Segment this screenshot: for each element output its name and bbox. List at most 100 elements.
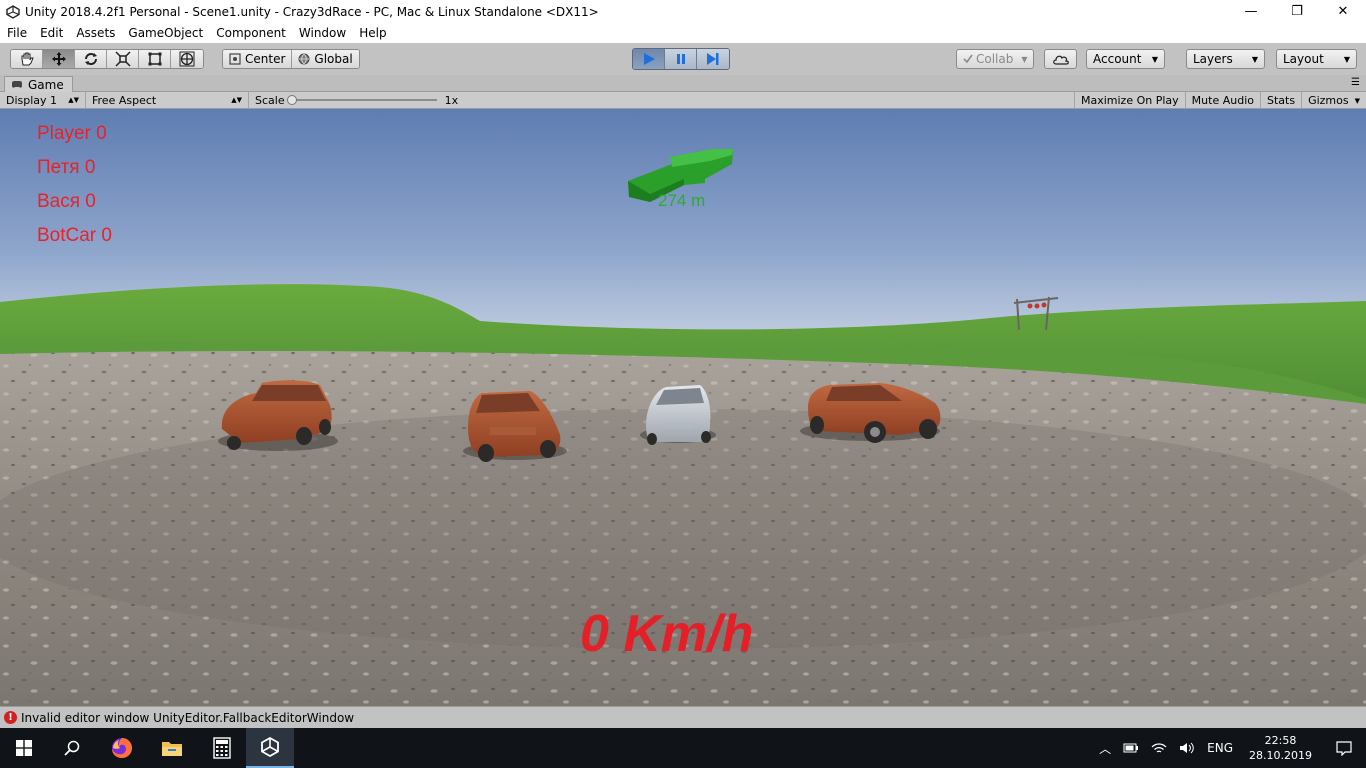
hand-icon xyxy=(21,52,34,66)
menu-window[interactable]: Window xyxy=(292,26,352,40)
aspect-dropdown[interactable]: Free Aspect ▲▼ xyxy=(86,91,249,109)
calculator-icon xyxy=(213,737,231,759)
volume-icon[interactable] xyxy=(1173,742,1201,754)
chevron-down-icon: ▼ xyxy=(1151,54,1158,64)
tab-menu-icon[interactable]: ☰ xyxy=(1351,77,1360,88)
pivot-icon xyxy=(229,53,241,65)
game-view[interactable]: Player 0 Петя 0 Вася 0 BotCar 0 274 m 0 … xyxy=(0,109,1366,706)
updown-icon: ▲▼ xyxy=(68,96,79,104)
menu-file[interactable]: File xyxy=(0,26,33,40)
battery-icon[interactable] xyxy=(1117,743,1145,753)
windows-logo-icon xyxy=(16,740,32,756)
collab-label: Collab xyxy=(976,52,1014,66)
tab-game-label: Game xyxy=(28,77,64,92)
menu-help[interactable]: Help xyxy=(352,26,392,40)
chevron-up-icon[interactable]: ︿ xyxy=(1093,740,1117,757)
status-message: Invalid editor window UnityEditor.Fallba… xyxy=(21,710,355,725)
score-vasya: Вася 0 xyxy=(37,191,96,212)
close-button[interactable]: ✕ xyxy=(1320,0,1366,23)
clock-date: 28.10.2019 xyxy=(1249,749,1312,762)
maximize-on-play-toggle[interactable]: Maximize On Play xyxy=(1073,92,1186,109)
chevron-down-icon: ▼ xyxy=(1251,54,1258,64)
score-petya: Петя 0 xyxy=(37,157,96,178)
score-botcar: BotCar 0 xyxy=(37,225,112,246)
mute-audio-toggle[interactable]: Mute Audio xyxy=(1186,92,1261,109)
firefox-icon xyxy=(112,738,132,758)
clock-time: 22:58 xyxy=(1264,734,1297,747)
move-tool-button[interactable] xyxy=(43,50,75,68)
window-title: Unity 2018.4.2f1 Personal - Scene1.unity… xyxy=(25,4,599,19)
tab-game[interactable]: Game xyxy=(4,76,73,92)
windows-taskbar: ︿ ENG 22:58 28.10.2019 xyxy=(0,728,1366,768)
scale-slider[interactable] xyxy=(286,95,437,105)
account-label: Account xyxy=(1093,52,1142,66)
transform-icon xyxy=(179,51,195,67)
wifi-icon[interactable] xyxy=(1145,742,1173,754)
pause-icon xyxy=(676,54,685,64)
play-controls xyxy=(632,48,730,70)
folder-icon xyxy=(162,742,182,756)
cloud-icon xyxy=(1052,55,1069,65)
play-button[interactable] xyxy=(633,49,665,69)
chevron-down-icon: ▼ xyxy=(1354,96,1360,105)
system-tray: ︿ ENG 22:58 28.10.2019 xyxy=(1093,728,1366,768)
layout-dropdown[interactable]: Layout ▼ xyxy=(1276,49,1357,69)
updown-icon: ▲▼ xyxy=(231,96,242,104)
chevron-down-icon: ▼ xyxy=(1021,54,1028,64)
search-icon xyxy=(64,740,80,756)
menu-edit[interactable]: Edit xyxy=(33,26,69,40)
taskbar-unity[interactable] xyxy=(246,728,294,768)
scale-slider-thumb[interactable] xyxy=(286,95,297,105)
menu-component[interactable]: Component xyxy=(209,26,292,40)
title-bar: Unity 2018.4.2f1 Personal - Scene1.unity… xyxy=(0,0,1366,23)
pivot-center-button[interactable]: Center xyxy=(223,50,293,68)
rect-transform-icon xyxy=(148,52,161,66)
maximize-button[interactable]: ❐ xyxy=(1274,0,1320,23)
distance-readout: 274 m xyxy=(658,191,706,210)
taskbar-file-explorer[interactable] xyxy=(148,728,196,768)
status-bar[interactable]: ! Invalid editor window UnityEditor.Fall… xyxy=(0,706,1366,728)
taskbar-calculator[interactable] xyxy=(198,728,246,768)
score-player: Player 0 xyxy=(37,123,107,144)
cloud-button[interactable] xyxy=(1044,49,1077,69)
pause-button[interactable] xyxy=(665,49,697,69)
pivot-label: Center xyxy=(245,52,286,66)
collab-button[interactable]: Collab ▼ xyxy=(956,49,1034,69)
notifications-icon[interactable] xyxy=(1322,740,1366,756)
minimize-button[interactable]: — xyxy=(1228,0,1274,23)
layers-dropdown[interactable]: Layers ▼ xyxy=(1186,49,1265,69)
scale-icon xyxy=(114,51,131,67)
step-button[interactable] xyxy=(697,49,729,69)
menu-assets[interactable]: Assets xyxy=(69,26,121,40)
account-dropdown[interactable]: Account ▼ xyxy=(1086,49,1165,69)
rect-tool-button[interactable] xyxy=(139,50,171,68)
language-indicator[interactable]: ENG xyxy=(1201,741,1239,755)
chevron-down-icon: ▼ xyxy=(1343,54,1350,64)
unity-icon xyxy=(261,737,279,757)
layout-label: Layout xyxy=(1283,52,1324,66)
scale-tool-button[interactable] xyxy=(107,50,139,68)
pivot-controls: Center Global xyxy=(222,49,360,69)
unity-logo-icon xyxy=(6,4,20,19)
aspect-label: Free Aspect xyxy=(92,93,157,107)
gizmos-dropdown[interactable]: Gizmos ▼ xyxy=(1302,92,1366,109)
panel-tab-bar: Game ☰ xyxy=(0,75,1366,92)
taskbar-firefox[interactable] xyxy=(98,728,146,768)
game-controller-icon xyxy=(12,81,22,88)
stats-toggle[interactable]: Stats xyxy=(1261,92,1303,109)
rotate-tool-button[interactable] xyxy=(75,50,107,68)
move-arrows-icon xyxy=(51,52,66,66)
hand-tool-button[interactable] xyxy=(11,50,43,68)
scale-label: Scale xyxy=(255,93,285,107)
rotate-icon xyxy=(84,53,97,65)
display-dropdown[interactable]: Display 1 ▲▼ xyxy=(0,91,86,109)
search-button[interactable] xyxy=(48,728,96,768)
pivot-global-button[interactable]: Global xyxy=(292,50,359,68)
space-label: Global xyxy=(314,52,353,66)
transform-tool-button[interactable] xyxy=(171,50,203,68)
start-button[interactable] xyxy=(0,728,48,768)
collab-check-icon xyxy=(963,54,973,64)
speedometer: 0 Km/h xyxy=(580,605,754,663)
clock[interactable]: 22:58 28.10.2019 xyxy=(1239,733,1322,763)
menu-gameobject[interactable]: GameObject xyxy=(121,26,209,40)
